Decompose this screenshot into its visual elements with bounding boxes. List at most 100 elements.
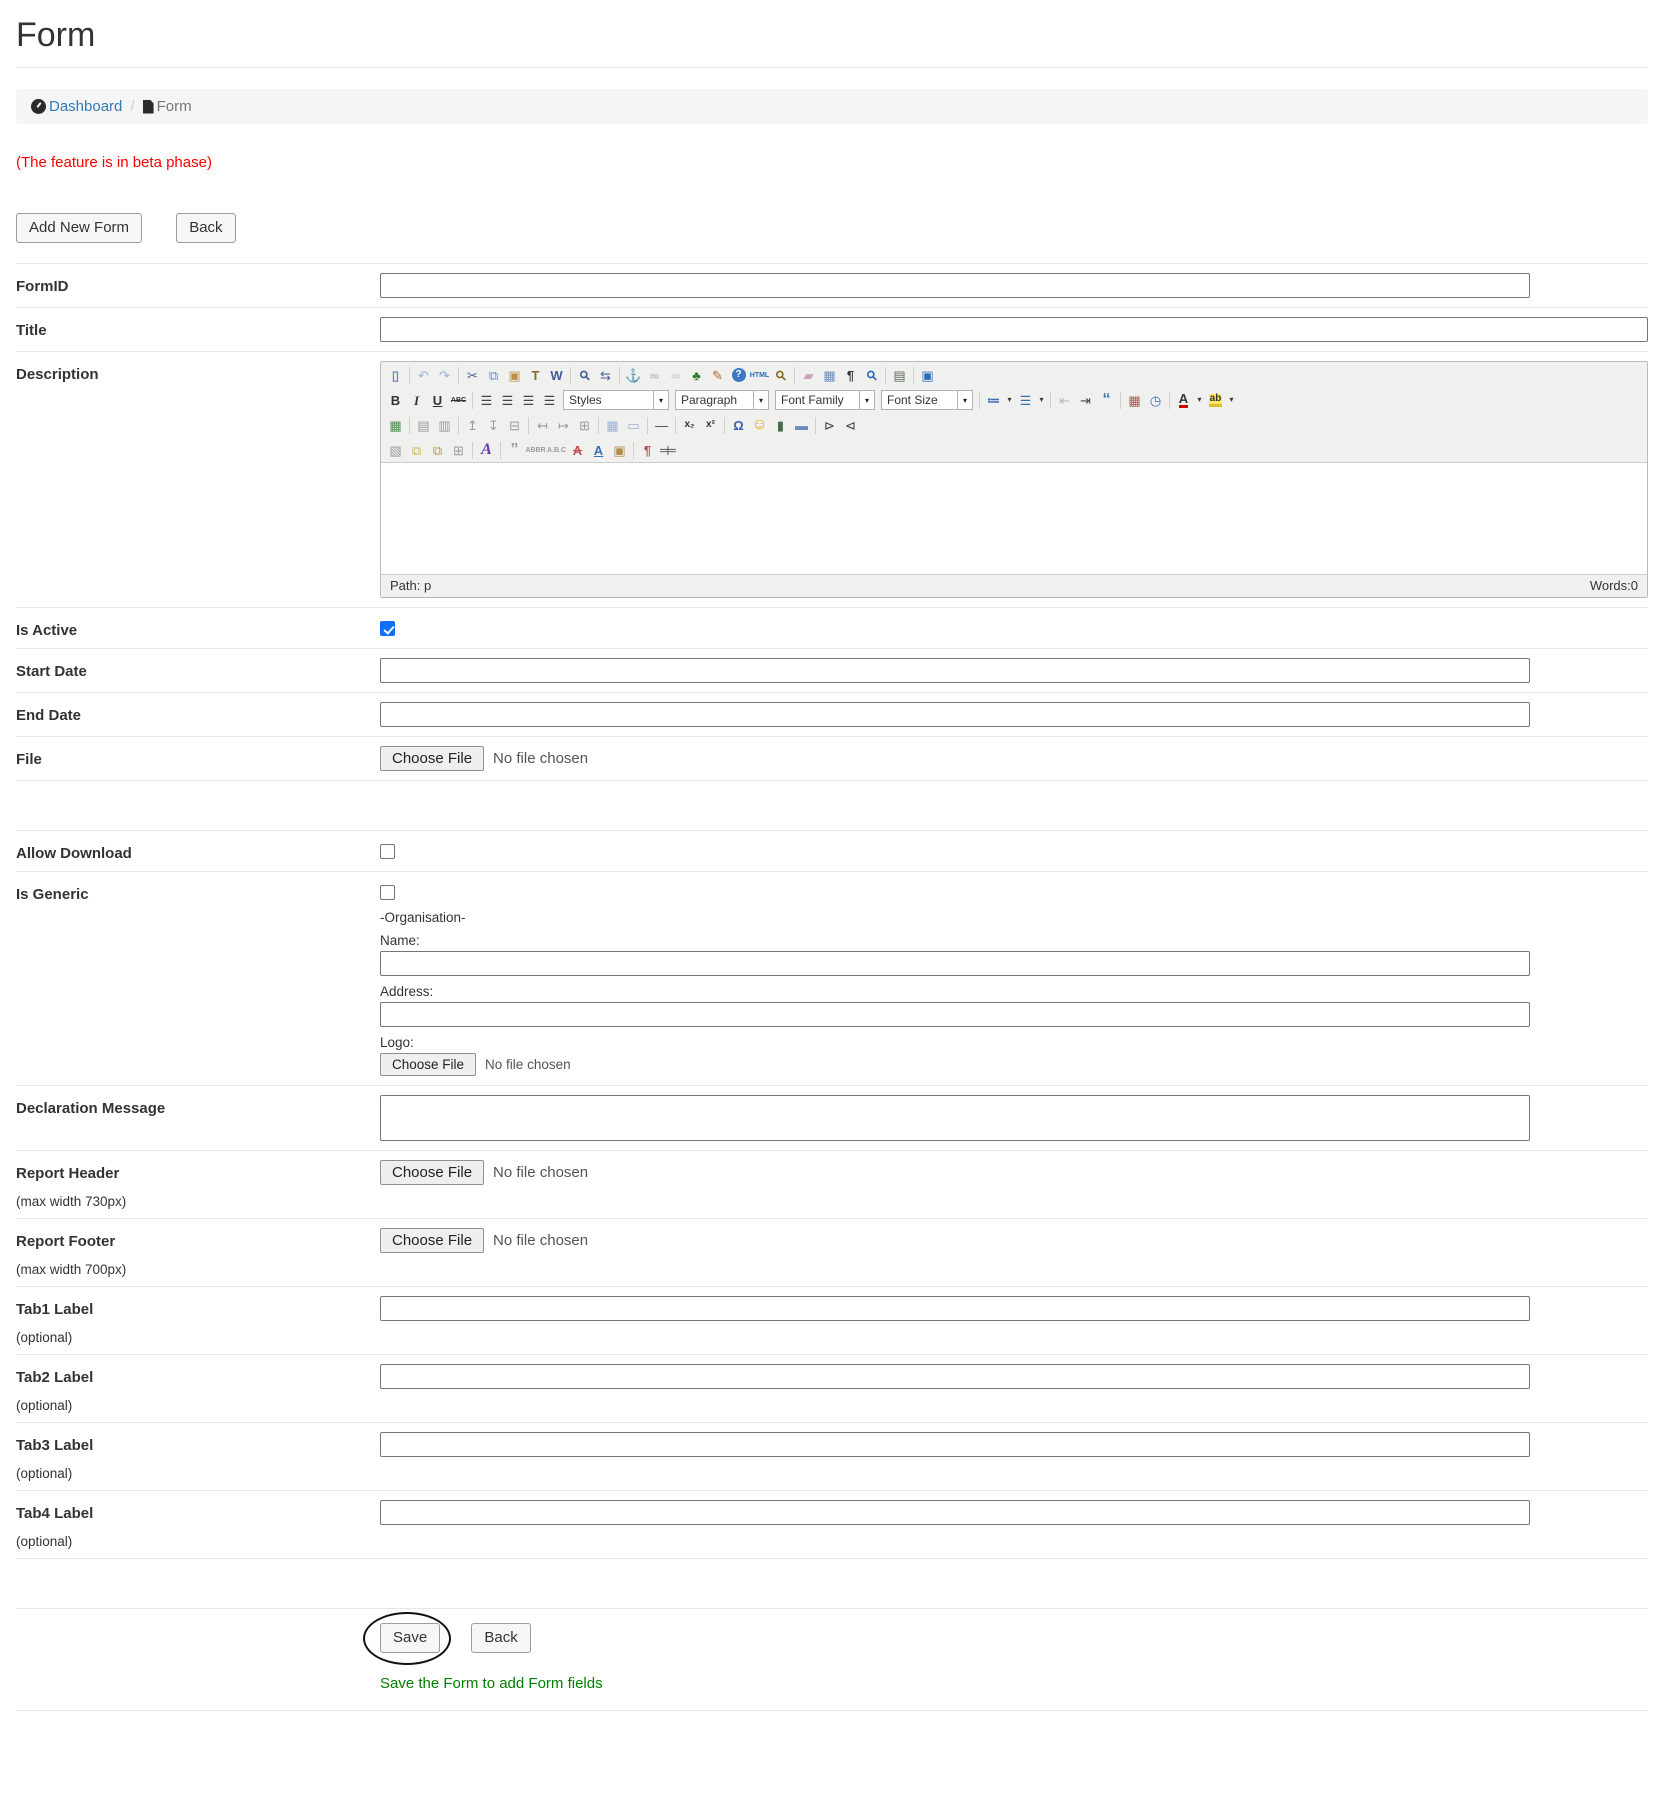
- insert-media-icon[interactable]: ▮: [770, 415, 791, 435]
- is-active-checkbox[interactable]: [380, 621, 395, 636]
- numbered-list-icon[interactable]: ☰: [1015, 390, 1036, 410]
- end-date-input[interactable]: [380, 702, 1530, 727]
- fullscreen-icon[interactable]: ▣: [917, 365, 938, 385]
- cut-icon[interactable]: ✂: [462, 365, 483, 385]
- editor-content-area[interactable]: [381, 462, 1647, 574]
- report-footer-choose-button[interactable]: Choose File: [380, 1228, 484, 1253]
- copy-icon[interactable]: ⧉: [483, 365, 504, 385]
- ltr-direction-icon[interactable]: ⊳: [819, 415, 840, 435]
- anchor-icon[interactable]: ⚓: [623, 365, 644, 385]
- move-forward-icon[interactable]: ⧉: [406, 440, 427, 460]
- table-cell-properties-icon[interactable]: ▥: [434, 415, 455, 435]
- insert-time-icon[interactable]: ◷: [1145, 390, 1166, 410]
- visual-characters-icon[interactable]: ¶: [637, 440, 658, 460]
- edit-table-icon[interactable]: ▦: [385, 415, 406, 435]
- insert-column-after-icon[interactable]: ↦: [553, 415, 574, 435]
- insert-column-before-icon[interactable]: ↤: [532, 415, 553, 435]
- text-color-arrow-icon[interactable]: ▾: [1194, 390, 1205, 410]
- rtl-direction-icon[interactable]: ⊲: [840, 415, 861, 435]
- paste-icon[interactable]: ▣: [504, 365, 525, 385]
- breadcrumb-dashboard-link[interactable]: Dashboard: [31, 98, 122, 115]
- split-cells-icon[interactable]: ▦: [602, 415, 623, 435]
- insert-date-icon[interactable]: ▦: [1124, 390, 1145, 410]
- paste-as-text-icon[interactable]: T: [525, 365, 546, 385]
- superscript-icon[interactable]: x²: [700, 415, 721, 435]
- start-date-input[interactable]: [380, 658, 1530, 683]
- abbreviation-icon[interactable]: ABBR: [525, 440, 546, 460]
- is-generic-checkbox[interactable]: [380, 885, 395, 900]
- find-icon[interactable]: ⚲: [574, 365, 595, 385]
- find-replace-icon[interactable]: ⇆: [595, 365, 616, 385]
- styles-select[interactable]: Styles▾: [563, 390, 669, 410]
- bullet-list-arrow-icon[interactable]: ▾: [1004, 390, 1015, 410]
- report-header-choose-button[interactable]: Choose File: [380, 1160, 484, 1185]
- bullet-list-icon[interactable]: ≔: [983, 390, 1004, 410]
- deleted-text-icon[interactable]: A: [567, 440, 588, 460]
- insert-row-before-icon[interactable]: ↥: [462, 415, 483, 435]
- acronym-icon[interactable]: A.B.C: [546, 440, 567, 460]
- cleanup-code-icon[interactable]: ✎: [707, 365, 728, 385]
- delete-row-icon[interactable]: ⊟: [504, 415, 525, 435]
- italic-icon[interactable]: I: [406, 390, 427, 410]
- table-row-properties-icon[interactable]: ▤: [413, 415, 434, 435]
- style-properties-icon[interactable]: A: [476, 440, 497, 460]
- page-break-icon[interactable]: ╫: [658, 440, 679, 460]
- new-document-icon[interactable]: ▯: [385, 365, 406, 385]
- unlink-icon[interactable]: ∞: [665, 365, 686, 385]
- strikethrough-icon[interactable]: ABC: [448, 390, 469, 410]
- declaration-textarea[interactable]: [380, 1095, 1530, 1141]
- back-button-top[interactable]: Back: [176, 213, 235, 243]
- delete-column-icon[interactable]: ⊞: [574, 415, 595, 435]
- emoticons-icon[interactable]: ☺: [749, 415, 770, 435]
- title-input[interactable]: [380, 317, 1648, 342]
- insert-table-grid-icon[interactable]: ▦: [819, 365, 840, 385]
- organisation-logo-choose-button[interactable]: Choose File: [380, 1053, 476, 1076]
- text-color-icon[interactable]: A: [1173, 390, 1194, 410]
- help-icon[interactable]: ?: [728, 365, 749, 385]
- subscript-icon[interactable]: x₂: [679, 415, 700, 435]
- insert-layer-icon[interactable]: ▧: [385, 440, 406, 460]
- add-new-form-button[interactable]: Add New Form: [16, 213, 142, 243]
- show-blocks-icon[interactable]: ¶: [840, 365, 861, 385]
- align-justify-icon[interactable]: ☰: [539, 390, 560, 410]
- blockquote-icon[interactable]: “: [1096, 390, 1117, 410]
- attributes-icon[interactable]: ▣: [609, 440, 630, 460]
- print-icon[interactable]: ▤: [889, 365, 910, 385]
- inserted-text-icon[interactable]: A: [588, 440, 609, 460]
- underline-icon[interactable]: U: [427, 390, 448, 410]
- citation-icon[interactable]: ”: [504, 440, 525, 460]
- edit-html-source-icon[interactable]: HTML: [749, 365, 770, 385]
- highlight-color-arrow-icon[interactable]: ▾: [1226, 390, 1237, 410]
- font-size-select[interactable]: Font Size▾: [881, 390, 973, 410]
- preview-template-icon[interactable]: ⚲: [770, 365, 791, 385]
- save-button[interactable]: Save: [380, 1623, 440, 1653]
- preview-icon[interactable]: ⚲: [861, 365, 882, 385]
- indent-icon[interactable]: ⇥: [1075, 390, 1096, 410]
- back-button-bottom[interactable]: Back: [471, 1623, 530, 1653]
- tab2-input[interactable]: [380, 1364, 1530, 1389]
- advanced-hr-icon[interactable]: ▬: [791, 415, 812, 435]
- highlight-color-icon[interactable]: ab: [1205, 390, 1226, 410]
- align-center-icon[interactable]: ☰: [497, 390, 518, 410]
- organisation-name-input[interactable]: [380, 951, 1530, 976]
- organisation-address-input[interactable]: [380, 1002, 1530, 1027]
- insert-image-icon[interactable]: ♣: [686, 365, 707, 385]
- absolute-position-icon[interactable]: ⊞: [448, 440, 469, 460]
- tab3-input[interactable]: [380, 1432, 1530, 1457]
- align-left-icon[interactable]: ☰: [476, 390, 497, 410]
- tab1-input[interactable]: [380, 1296, 1530, 1321]
- special-character-icon[interactable]: Ω: [728, 415, 749, 435]
- redo-icon[interactable]: ↷: [434, 365, 455, 385]
- outdent-icon[interactable]: ⇤: [1054, 390, 1075, 410]
- formid-input[interactable]: [380, 273, 1530, 298]
- eraser-icon[interactable]: ▰: [798, 365, 819, 385]
- align-right-icon[interactable]: ☰: [518, 390, 539, 410]
- bold-icon[interactable]: B: [385, 390, 406, 410]
- paragraph-select[interactable]: Paragraph▾: [675, 390, 769, 410]
- insert-link-icon[interactable]: ∞: [644, 365, 665, 385]
- font-family-select[interactable]: Font Family▾: [775, 390, 875, 410]
- merge-cells-icon[interactable]: ▭: [623, 415, 644, 435]
- move-backward-icon[interactable]: ⧉: [427, 440, 448, 460]
- allow-download-checkbox[interactable]: [380, 844, 395, 859]
- numbered-list-arrow-icon[interactable]: ▾: [1036, 390, 1047, 410]
